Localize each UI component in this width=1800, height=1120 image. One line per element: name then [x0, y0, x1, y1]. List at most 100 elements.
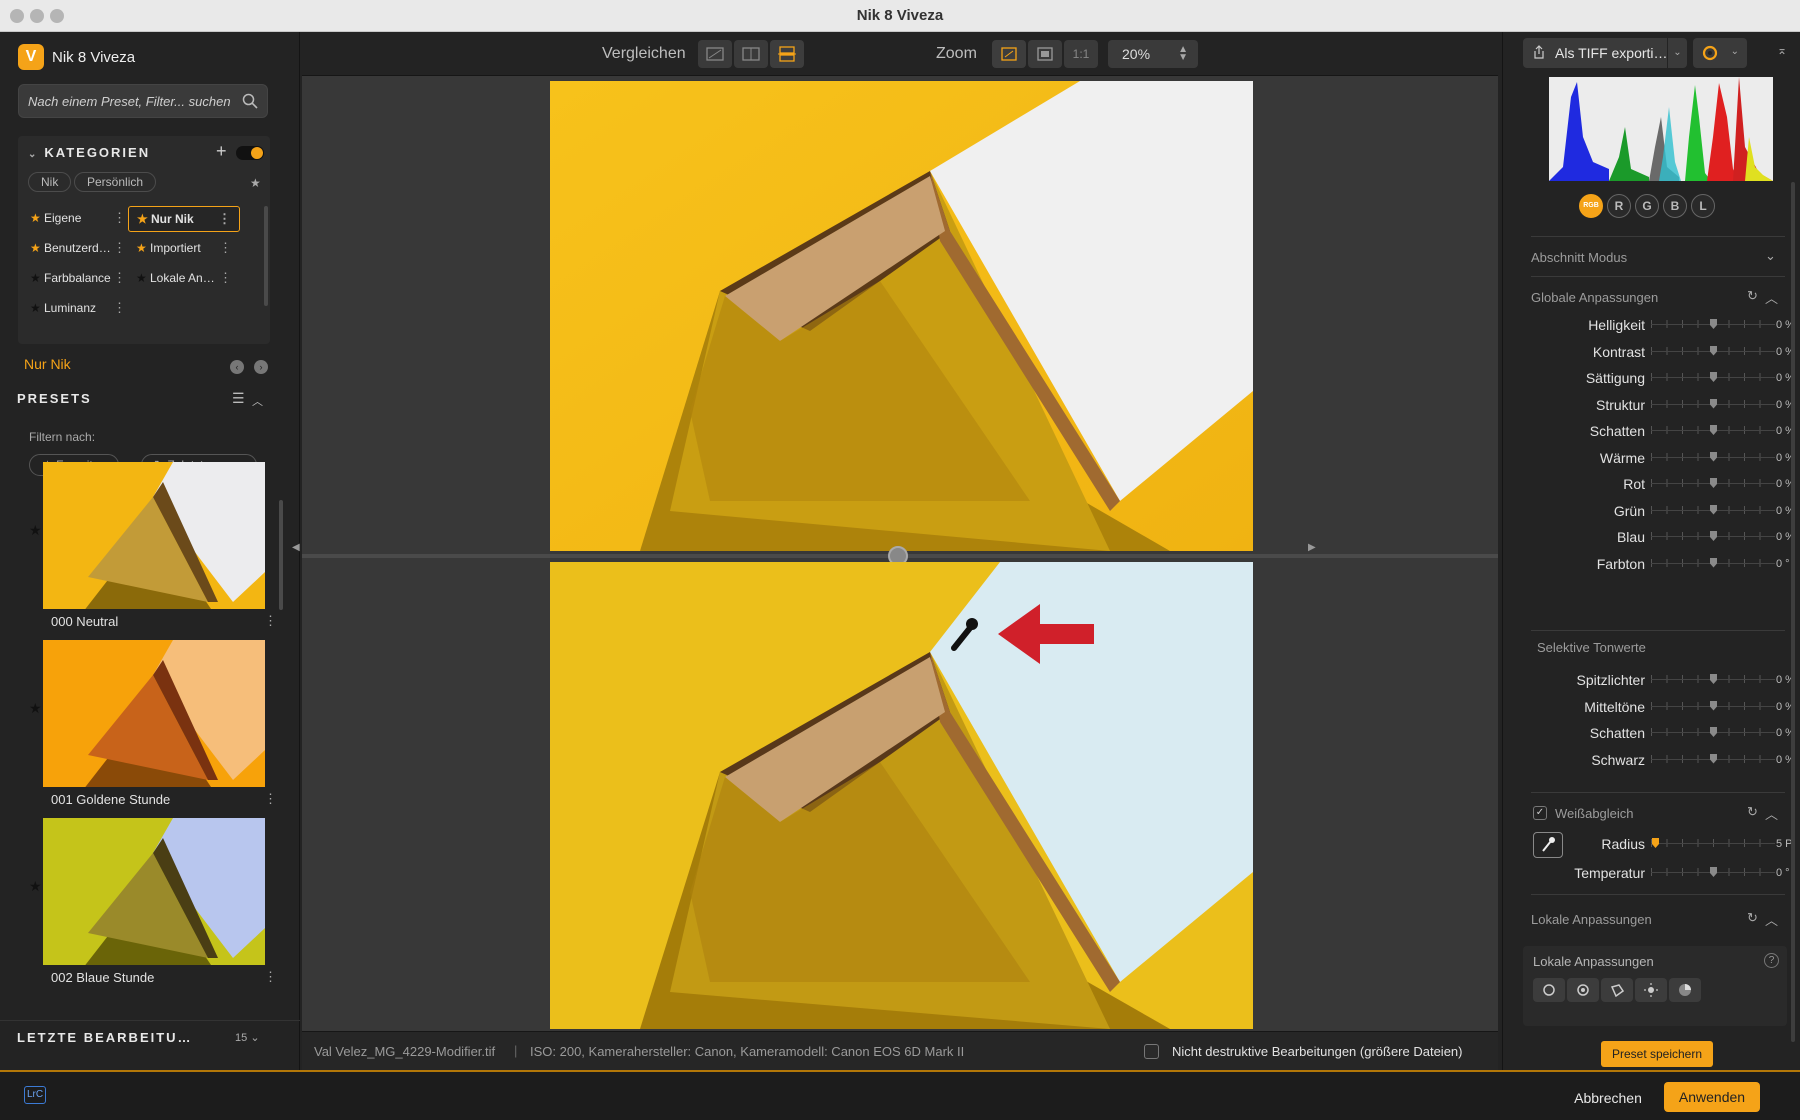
- section-global: Globale Anpassungen: [1531, 290, 1659, 305]
- star-icon[interactable]: ★: [29, 878, 42, 895]
- slider-label: Spitzlichter: [1576, 672, 1645, 688]
- chevron-down-icon[interactable]: ⌄: [1667, 38, 1687, 68]
- preset-card-blaue-stunde[interactable]: ★ 002 Blaue Stunde ⋮: [29, 818, 277, 993]
- category-label: Nur Nik: [151, 212, 194, 226]
- help-icon[interactable]: ?: [1764, 953, 1779, 968]
- compare-top-bottom-button[interactable]: [770, 40, 804, 68]
- chevron-down-icon[interactable]: ⌄: [250, 1032, 259, 1044]
- kebab-menu-icon[interactable]: ⋮: [219, 270, 232, 286]
- chevron-up-icon[interactable]: ︿: [1765, 910, 1778, 929]
- recent-count-value: 15: [235, 1032, 248, 1044]
- slider-row: Schatten 0 %: [1531, 721, 1794, 747]
- preset-label: 002 Blaue Stunde: [51, 970, 155, 985]
- add-category-button[interactable]: +: [216, 141, 227, 162]
- status-bar: Val Velez_MG_4229-Modifier.tif | ISO: 20…: [302, 1031, 1498, 1070]
- right-panel-scrollbar[interactable]: [1791, 182, 1795, 1042]
- collapse-panel-icon[interactable]: ⌅: [1777, 43, 1787, 57]
- control-point-tool[interactable]: [1533, 978, 1565, 1002]
- kebab-menu-icon[interactable]: ⋮: [218, 211, 231, 227]
- zoom-1to1-button[interactable]: 1:1: [1064, 40, 1098, 68]
- reset-icon[interactable]: ↻: [1747, 910, 1758, 926]
- reset-icon[interactable]: ↻: [1747, 288, 1758, 304]
- recent-edits-section[interactable]: LETZTE BEARBEITU… 15 ⌄: [0, 1020, 300, 1054]
- search-input[interactable]: [19, 85, 234, 117]
- nondestructive-checkbox[interactable]: [1144, 1044, 1159, 1059]
- divider: [1531, 792, 1785, 793]
- kebab-menu-icon[interactable]: ⋮: [264, 969, 277, 985]
- channel-rgb-button[interactable]: RGB: [1579, 194, 1603, 218]
- polygon-tool[interactable]: [1601, 978, 1633, 1002]
- category-lokale-anpassungen[interactable]: ★ Lokale An… ⋮: [128, 266, 240, 292]
- zoom-fill-button[interactable]: [1028, 40, 1062, 68]
- after-image[interactable]: [550, 562, 1253, 1029]
- category-eigene[interactable]: ★ Eigene ⋮: [22, 206, 134, 232]
- list-menu-icon[interactable]: ☰: [232, 390, 245, 407]
- kebab-menu-icon[interactable]: ⋮: [113, 210, 126, 226]
- chip-nik[interactable]: Nik: [28, 172, 72, 192]
- category-nur-nik[interactable]: ★ Nur Nik ⋮: [128, 206, 240, 232]
- category-luminanz[interactable]: ★ Luminanz ⋮: [22, 296, 134, 322]
- categories-toggle[interactable]: [236, 146, 264, 160]
- chevron-up-icon[interactable]: ︿: [252, 393, 263, 409]
- slider-track[interactable]: [1651, 843, 1775, 844]
- chip-persoenlich[interactable]: Persönlich: [74, 172, 157, 192]
- categories-scrollbar[interactable]: [264, 206, 268, 306]
- cancel-button[interactable]: Abbrechen: [1560, 1084, 1656, 1112]
- category-importiert[interactable]: ★ Importiert ⋮: [128, 236, 240, 262]
- before-image[interactable]: [550, 81, 1253, 551]
- presets-scrollbar[interactable]: [279, 500, 283, 610]
- kebab-menu-icon[interactable]: ⋮: [264, 791, 277, 807]
- section-mode[interactable]: Abschnitt Modus: [1531, 250, 1627, 265]
- preview-area: Vergleichen Zoom 1:1 20% ▲ ▼ ◀ ▶ Val Vel…: [292, 32, 1498, 1070]
- preset-thumbnail[interactable]: [43, 640, 265, 787]
- next-arrow-icon[interactable]: ›: [254, 360, 268, 374]
- reset-icon[interactable]: ↻: [1747, 804, 1758, 820]
- chevron-down-icon[interactable]: ⌄: [1731, 46, 1739, 57]
- export-button[interactable]: Als TIFF exporti… ⌄: [1523, 38, 1687, 68]
- slider-label: Wärme: [1599, 449, 1645, 466]
- category-farbbalance[interactable]: ★ Farbbalance ⋮: [22, 266, 134, 292]
- sync-button[interactable]: ⌄: [1693, 38, 1747, 68]
- channel-l-button[interactable]: L: [1691, 194, 1715, 218]
- kebab-menu-icon[interactable]: ⋮: [219, 240, 232, 256]
- apply-button[interactable]: Anwenden: [1664, 1082, 1760, 1112]
- preset-thumbnail[interactable]: [43, 462, 265, 609]
- compare-single-button[interactable]: [698, 40, 732, 68]
- preset-thumbnail[interactable]: [43, 818, 265, 965]
- favorite-star-icon[interactable]: ★: [250, 176, 261, 190]
- compare-side-by-side-button[interactable]: [734, 40, 768, 68]
- top-bottom-icon: [778, 46, 796, 62]
- color-wheel-icon: [1679, 984, 1691, 996]
- categories-heading[interactable]: ⌄ KATEGORIEN: [28, 145, 150, 160]
- kebab-menu-icon[interactable]: ⋮: [113, 270, 126, 286]
- export-label: Als TIFF exporti…: [1555, 45, 1668, 61]
- slider-label: Grün: [1613, 502, 1645, 519]
- kebab-menu-icon[interactable]: ⋮: [113, 240, 126, 256]
- luminance-mask-tool[interactable]: [1635, 978, 1667, 1002]
- kebab-menu-icon[interactable]: ⋮: [113, 300, 126, 316]
- save-preset-button[interactable]: Preset speichern: [1601, 1041, 1713, 1067]
- preset-card-neutral[interactable]: ★ 000 Neutral ⋮: [29, 462, 277, 637]
- previous-arrow-icon[interactable]: ‹: [230, 360, 244, 374]
- collapse-right-arrow-icon[interactable]: ▶: [1308, 542, 1316, 553]
- chevron-up-icon[interactable]: ︿: [1765, 804, 1778, 823]
- star-icon[interactable]: ★: [29, 522, 42, 539]
- preset-card-goldene-stunde[interactable]: ★ 001 Goldene Stunde ⋮: [29, 640, 277, 815]
- channel-r-button[interactable]: R: [1607, 194, 1631, 218]
- channel-g-button[interactable]: G: [1635, 194, 1659, 218]
- radial-tool[interactable]: [1567, 978, 1599, 1002]
- star-icon[interactable]: ★: [29, 700, 42, 717]
- kebab-menu-icon[interactable]: ⋮: [264, 613, 277, 629]
- collapse-left-arrow-icon[interactable]: ◀: [292, 542, 300, 553]
- category-benutzerdefiniert[interactable]: ★ Benutzerd… ⋮: [22, 236, 134, 262]
- channel-b-button[interactable]: B: [1663, 194, 1687, 218]
- chevron-down-icon[interactable]: ⌄: [1765, 248, 1776, 264]
- search-icon[interactable]: [242, 93, 258, 109]
- app-window: Nik 8 Viveza V Nik 8 Viveza ⌄ KATEGORIEN …: [0, 0, 1800, 1120]
- chevron-up-icon[interactable]: ︿: [1765, 288, 1778, 307]
- slider-row: Farbton 0 °: [1531, 552, 1793, 578]
- zoom-fit-button[interactable]: [992, 40, 1026, 68]
- zoom-level-select[interactable]: 20% ▲ ▼: [1108, 40, 1198, 68]
- color-range-tool[interactable]: [1669, 978, 1701, 1002]
- whitebalance-checkbox[interactable]: ✓: [1533, 806, 1547, 820]
